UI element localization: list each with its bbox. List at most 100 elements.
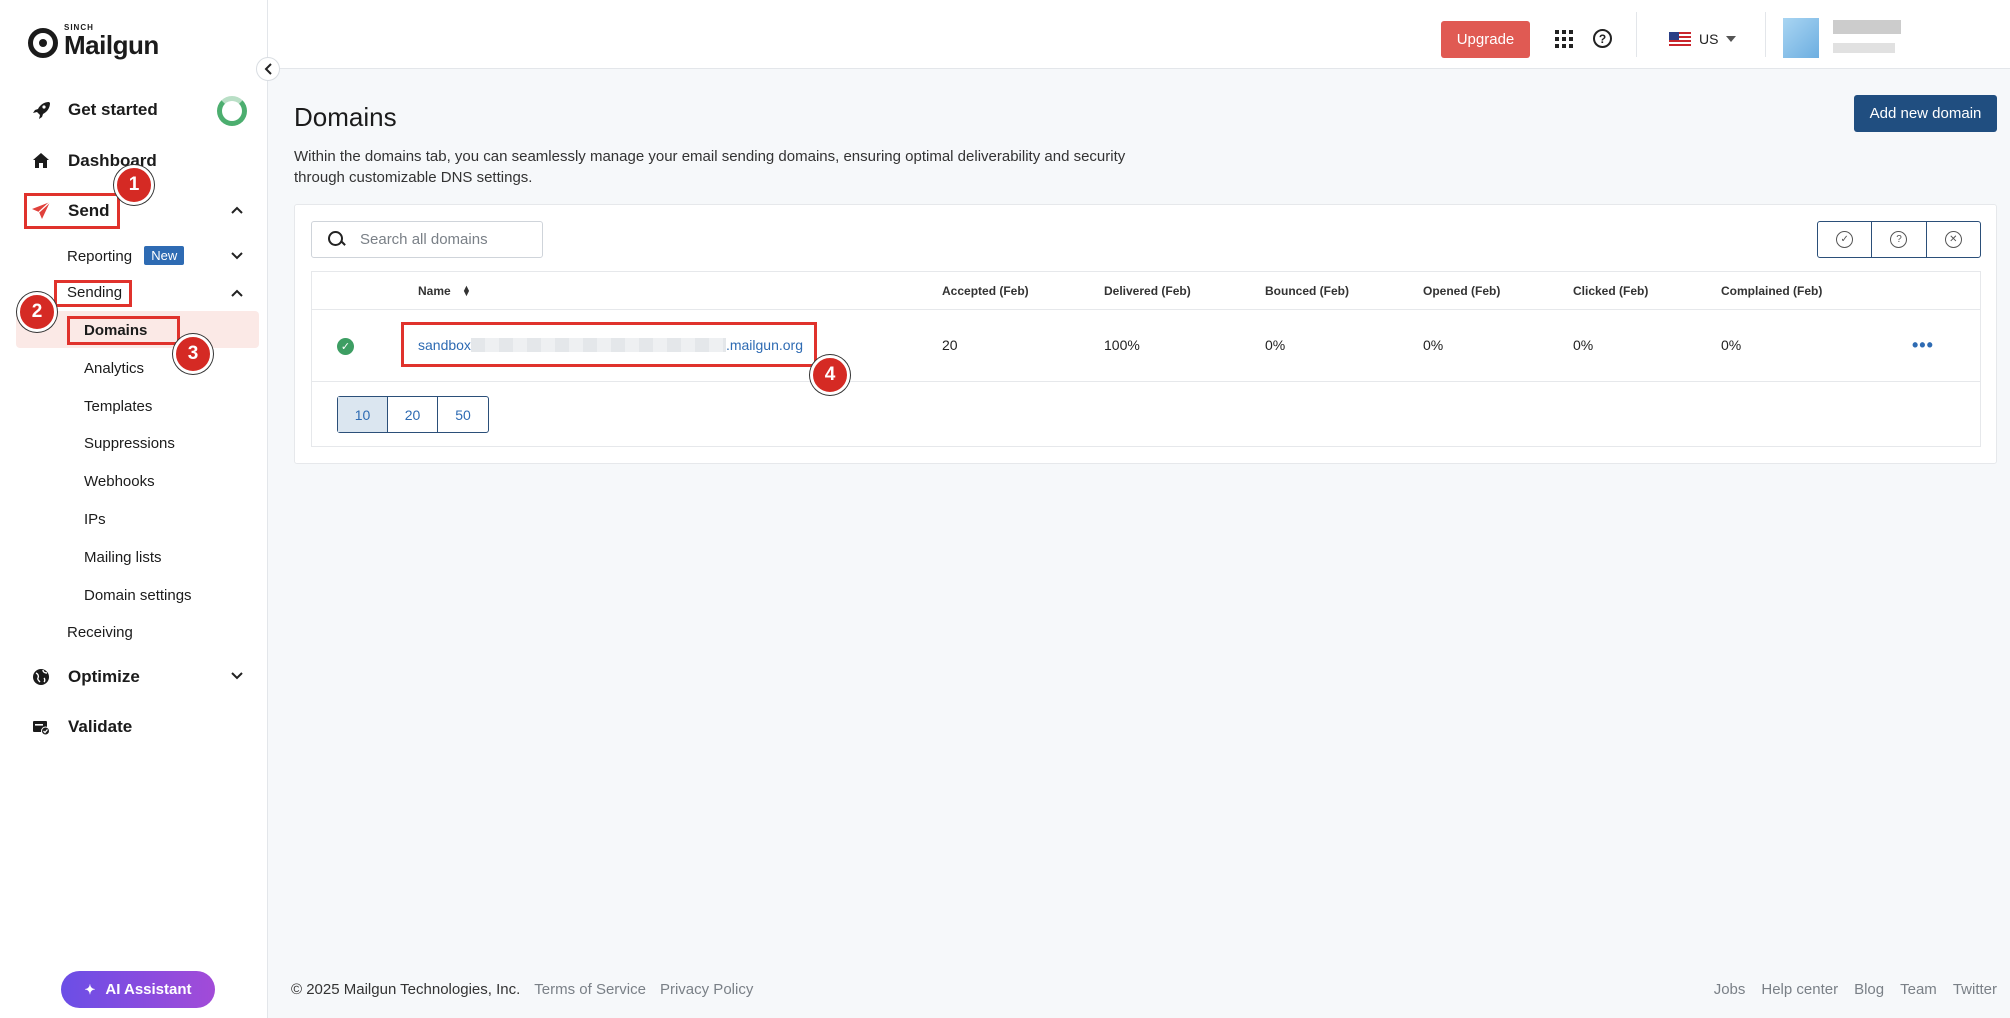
ai-assistant-label: AI Assistant <box>105 981 192 998</box>
page-description: Within the domains tab, you can seamless… <box>294 148 1126 186</box>
mailgun-logo[interactable]: SINCH Mailgun <box>28 24 159 58</box>
sidebar-item-optimize[interactable]: Optimize <box>30 666 140 688</box>
annotation-number: 3 <box>173 334 213 374</box>
search-box[interactable] <box>311 221 543 258</box>
terms-link[interactable]: Terms of Service <box>534 981 646 998</box>
chevron-down-icon[interactable] <box>230 669 244 683</box>
validate-icon <box>30 716 52 738</box>
footer-left: © 2025 Mailgun Technologies, Inc. Terms … <box>291 981 767 998</box>
sidebar-item-suppressions[interactable]: Suppressions <box>84 435 175 452</box>
sidebar-item-templates[interactable]: Templates <box>84 398 152 415</box>
footer-link-help-center[interactable]: Help center <box>1761 981 1838 998</box>
column-header-bounced: Bounced (Feb) <box>1265 284 1349 298</box>
top-bar: Upgrade ? US <box>268 0 2010 69</box>
sparkle-icon: ✦ <box>84 981 96 997</box>
sidebar-item-webhooks[interactable]: Webhooks <box>84 473 155 490</box>
apps-grid-icon[interactable] <box>1555 30 1573 48</box>
filter-verified-button[interactable]: ✓ <box>1818 222 1873 257</box>
cell-clicked: 0% <box>1573 337 1594 353</box>
question-circle-icon: ? <box>1890 231 1908 248</box>
sidebar-item-label: Get started <box>68 100 158 119</box>
sidebar: SINCH Mailgun Get started Dashboard Send… <box>0 0 268 1018</box>
annotation-number: 2 <box>17 292 57 332</box>
page-title: Domains <box>294 102 397 132</box>
cell-delivered: 100% <box>1104 337 1140 353</box>
home-icon <box>30 150 52 172</box>
table-row: ✓ sandbox .mailgun.org 20 100% 0% 0% 0% 0… <box>312 310 1980 382</box>
page-size-20-button[interactable]: 20 <box>388 397 438 432</box>
sidebar-item-label: Reporting <box>67 248 133 265</box>
column-header-delivered: Delivered (Feb) <box>1104 284 1191 298</box>
check-circle-icon: ✓ <box>1836 231 1854 248</box>
page-size-50-button[interactable]: 50 <box>438 397 488 432</box>
more-options-icon[interactable]: ••• <box>1912 335 1934 356</box>
filter-disabled-button[interactable]: ✕ <box>1927 222 1980 257</box>
column-header-accepted: Accepted (Feb) <box>942 284 1029 298</box>
footer-link-blog[interactable]: Blog <box>1854 981 1884 998</box>
user-name-redacted[interactable] <box>1833 20 1901 34</box>
privacy-link[interactable]: Privacy Policy <box>660 981 753 998</box>
globe-icon <box>30 666 52 688</box>
sidebar-item-label: Validate <box>68 717 133 736</box>
column-header-opened: Opened (Feb) <box>1423 284 1501 298</box>
upgrade-button[interactable]: Upgrade <box>1441 21 1530 58</box>
sidebar-item-domain-settings[interactable]: Domain settings <box>84 587 192 604</box>
caret-down-icon[interactable] <box>1726 36 1736 42</box>
help-icon[interactable]: ? <box>1593 29 1612 48</box>
page-size-selector: 10 20 50 <box>337 396 489 433</box>
filter-unverified-button[interactable]: ? <box>1872 222 1927 257</box>
ai-assistant-button[interactable]: ✦ AI Assistant <box>61 971 215 1008</box>
cell-accepted: 20 <box>942 337 958 353</box>
chevron-up-icon[interactable] <box>230 286 244 300</box>
sidebar-item-reporting[interactable]: Reporting New <box>67 246 185 265</box>
cell-complained: 0% <box>1721 337 1742 353</box>
divider <box>1636 12 1637 57</box>
sidebar-item-sending[interactable]: Sending <box>67 284 122 301</box>
page-size-10-button[interactable]: 10 <box>338 397 388 432</box>
footer-link-jobs[interactable]: Jobs <box>1714 981 1746 998</box>
annotation-number: 1 <box>114 165 154 205</box>
footer-right: Jobs Help center Blog Team Twitter <box>1714 981 1997 998</box>
sidebar-item-analytics[interactable]: Analytics <box>84 360 144 377</box>
verified-check-icon: ✓ <box>337 338 354 355</box>
x-circle-icon: ✕ <box>1944 231 1962 248</box>
sidebar-item-send[interactable]: Send <box>30 200 110 222</box>
column-header-complained: Complained (Feb) <box>1721 284 1823 298</box>
chevron-up-icon[interactable] <box>230 203 244 217</box>
sidebar-item-validate[interactable]: Validate <box>30 716 132 738</box>
user-account-redacted <box>1833 43 1895 53</box>
us-flag-icon[interactable] <box>1669 32 1691 47</box>
annotation-number: 4 <box>810 355 850 395</box>
redacted-domain-part <box>470 338 726 352</box>
sidebar-item-domains[interactable]: Domains <box>84 322 147 339</box>
footer-link-twitter[interactable]: Twitter <box>1953 981 1997 998</box>
search-icon <box>328 230 346 249</box>
avatar[interactable] <box>1783 18 1819 58</box>
region-selector[interactable]: US <box>1699 31 1718 47</box>
onboarding-progress-ring <box>217 96 247 126</box>
chevron-down-icon[interactable] <box>230 249 244 263</box>
domain-link[interactable]: sandbox .mailgun.org <box>418 337 803 353</box>
mailgun-logo-icon <box>28 28 58 58</box>
status-filter-group: ✓ ? ✕ <box>1817 221 1981 258</box>
sidebar-item-label: Sending <box>67 284 123 301</box>
add-new-domain-button[interactable]: Add new domain <box>1854 95 1997 132</box>
column-header-clicked: Clicked (Feb) <box>1573 284 1649 298</box>
sidebar-item-mailing-lists[interactable]: Mailing lists <box>84 549 162 566</box>
collapse-sidebar-button[interactable] <box>256 57 280 81</box>
sidebar-item-ips[interactable]: IPs <box>84 511 106 528</box>
paper-plane-icon <box>30 200 52 222</box>
search-input[interactable] <box>360 231 530 248</box>
copyright-text: © 2025 Mailgun Technologies, Inc. <box>291 981 521 998</box>
footer-link-team[interactable]: Team <box>1900 981 1937 998</box>
sort-icon[interactable]: ▲ ▼ <box>462 284 471 298</box>
sidebar-item-get-started[interactable]: Get started <box>30 99 158 121</box>
rocket-icon <box>30 99 52 121</box>
domains-table: Name ▲ ▼ Accepted (Feb) Delivered (Feb) B… <box>311 271 1981 447</box>
sidebar-item-label: Send <box>68 201 110 220</box>
cell-bounced: 0% <box>1265 337 1286 353</box>
sidebar-item-receiving[interactable]: Receiving <box>67 624 133 641</box>
column-header-name[interactable]: Name ▲ ▼ <box>418 284 471 299</box>
table-header: Name ▲ ▼ Accepted (Feb) Delivered (Feb) B… <box>312 272 1980 310</box>
sidebar-item-label: Optimize <box>68 667 140 686</box>
